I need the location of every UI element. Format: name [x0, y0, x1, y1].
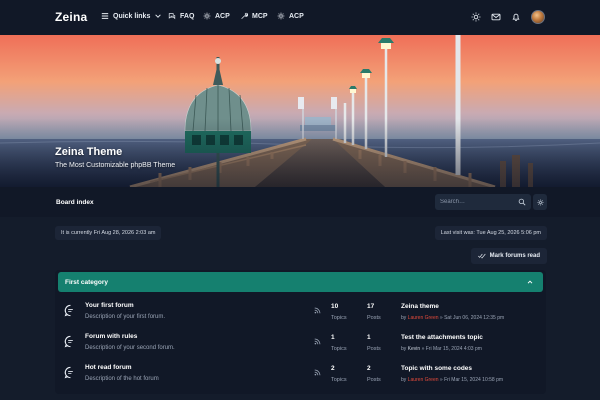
sun-icon[interactable] — [471, 12, 481, 22]
faq-link[interactable]: FAQ — [168, 12, 194, 20]
rss-feed-icon[interactable] — [314, 338, 321, 345]
forum-description: Description of the hot forum — [85, 376, 159, 382]
last-post-author[interactable]: Kevin — [408, 346, 421, 352]
last-post-by: by — [401, 315, 407, 321]
gear-icon — [277, 12, 285, 20]
forum-row: Forum with rules Description of your sec… — [55, 327, 546, 358]
acp-label: ACP — [215, 12, 230, 20]
last-post-meta: by Lauren Green » Fri Mar 15, 2024 10:58… — [401, 377, 503, 383]
hero-banner: Zeina Theme The Most Customizable phpBB … — [0, 35, 600, 187]
last-post-by: by — [401, 346, 407, 352]
topics-count: 10 — [331, 303, 339, 310]
category-title: First category — [65, 279, 108, 286]
topics-count: 2 — [331, 365, 335, 372]
search-box — [435, 194, 531, 210]
forum-row: Hot read forum Description of the hot fo… — [55, 358, 546, 389]
top-navbar: Zeina Quick links FAQ ACP MCP ACP — [0, 0, 600, 35]
hero-title: Zeina Theme — [55, 146, 123, 158]
advanced-search-button[interactable] — [533, 194, 547, 210]
last-post-meta: by Kevin » Fri Mar 15, 2024 4:03 pm — [401, 346, 482, 352]
category-header[interactable]: First category — [58, 272, 543, 292]
quick-links-menu[interactable]: Quick links — [101, 12, 162, 20]
forum-title[interactable]: Your first forum — [85, 302, 134, 309]
forum-title[interactable]: Forum with rules — [85, 333, 137, 340]
chat-bubble-icon — [64, 366, 73, 379]
forum-title[interactable]: Hot read forum — [85, 364, 132, 371]
mark-forums-read-button[interactable]: Mark forums read — [470, 248, 547, 264]
current-time-badge: It is currently Fri Aug 28, 2026 2:03 am — [55, 226, 162, 240]
mcp-link[interactable]: MCP — [240, 12, 268, 20]
site-logo[interactable]: Zeina — [55, 10, 87, 24]
topics-label: Topics — [331, 315, 347, 321]
hero-subtitle: The Most Customizable phpBB Theme — [55, 162, 176, 169]
last-visit-badge: Last visit was: Tue Aug 25, 2026 5:06 pm — [434, 226, 547, 240]
chat-bubble-icon — [64, 335, 73, 348]
acp-label-2: ACP — [289, 12, 304, 20]
topics-label: Topics — [331, 346, 347, 352]
gear-icon — [203, 12, 211, 20]
last-post-date[interactable]: » Fri Mar 15, 2024 4:03 pm — [422, 346, 482, 352]
last-post-title[interactable]: Zeina theme — [401, 303, 439, 310]
chevron-up-icon[interactable] — [526, 278, 534, 286]
posts-label: Posts — [367, 377, 381, 383]
faq-label: FAQ — [180, 12, 195, 20]
last-post-author[interactable]: Lauren Green — [408, 377, 439, 383]
acp-link[interactable]: ACP — [203, 12, 230, 20]
posts-count: 17 — [367, 303, 375, 310]
menu-icon — [101, 13, 109, 19]
chat-bubble-icon — [64, 304, 73, 317]
last-post-by: by — [401, 377, 407, 383]
last-post-title[interactable]: Test the attachments topic — [401, 334, 483, 341]
last-post-date[interactable]: » Fri Mar 15, 2024 10:58 pm — [440, 377, 503, 383]
gear-icon — [537, 199, 543, 205]
rss-feed-icon[interactable] — [314, 369, 321, 376]
search-icon[interactable] — [518, 198, 526, 206]
breadcrumb-bar: Board index — [0, 187, 600, 217]
mark-forums-read-label: Mark forums read — [489, 253, 540, 259]
search-input[interactable] — [440, 199, 510, 205]
faq-icon — [168, 13, 176, 20]
forum-category: First category Your first forum Descript… — [55, 270, 546, 394]
wrench-icon — [241, 12, 248, 20]
last-post-date[interactable]: » Sat Jun 06, 2024 12:35 pm — [440, 315, 504, 321]
breadcrumb-board-index[interactable]: Board index — [56, 199, 94, 206]
posts-label: Posts — [367, 315, 381, 321]
mcp-label: MCP — [252, 12, 268, 20]
acp-link-2[interactable]: ACP — [277, 12, 304, 20]
topics-label: Topics — [331, 377, 347, 383]
forum-description: Description of your first forum. — [85, 314, 166, 320]
mail-icon[interactable] — [491, 12, 501, 22]
forum-description: Description of your second forum. — [85, 345, 175, 351]
user-actions — [471, 10, 545, 24]
chevron-down-icon — [155, 14, 162, 18]
posts-label: Posts — [367, 346, 381, 352]
last-post-meta: by Lauren Green » Sat Jun 06, 2024 12:35… — [401, 315, 504, 321]
quick-links-label: Quick links — [113, 12, 151, 20]
rss-feed-icon[interactable] — [314, 307, 321, 314]
last-post-author[interactable]: Lauren Green — [408, 315, 439, 321]
bell-icon[interactable] — [511, 12, 521, 22]
topics-count: 1 — [331, 334, 335, 341]
double-check-icon — [477, 253, 486, 259]
posts-count: 1 — [367, 334, 371, 341]
avatar[interactable] — [531, 10, 545, 24]
posts-count: 2 — [367, 365, 371, 372]
forum-row: Your first forum Description of your fir… — [55, 296, 546, 327]
last-post-title[interactable]: Topic with some codes — [401, 365, 472, 372]
